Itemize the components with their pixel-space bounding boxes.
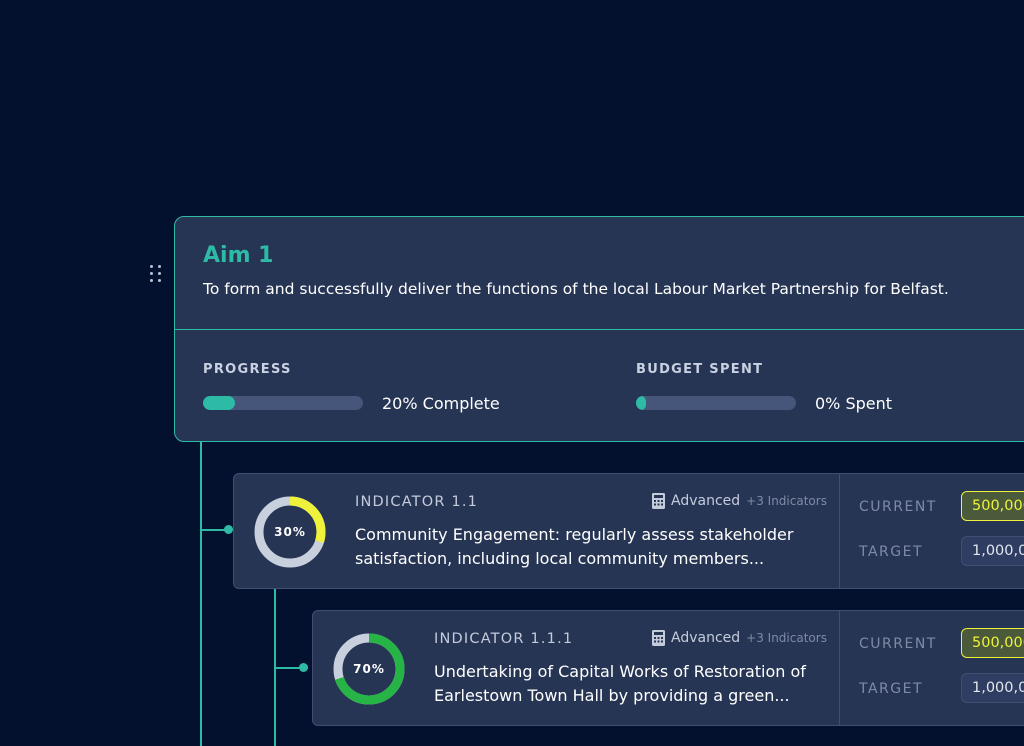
indicator-code: INDICATOR 1.1.1 — [434, 631, 574, 647]
current-value[interactable]: 500,000 — [961, 628, 1024, 658]
indicator-extra-count[interactable]: +3 Indicators — [746, 631, 827, 645]
calculator-icon — [652, 493, 665, 509]
budget-text: 0% Spent — [815, 394, 893, 413]
tree-node-dot — [299, 663, 308, 672]
aim-title: Aim 1 — [203, 243, 274, 268]
tree-node-dot — [224, 525, 233, 534]
indicator-type-label: Advanced — [671, 630, 741, 646]
indicator-description: Community Engagement: regularly assess s… — [355, 525, 794, 568]
aim-header: Aim 1 To form and successfully deliver t… — [175, 217, 1024, 330]
budget-label: BUDGET SPENT — [636, 362, 764, 377]
indicator-description: Undertaking of Capital Works of Restorat… — [434, 662, 806, 705]
target-value[interactable]: 1,000,000 — [961, 536, 1024, 566]
budget-bar — [636, 396, 796, 410]
divider — [839, 611, 840, 725]
indicator-card[interactable]: 70% INDICATOR 1.1.1 Advanced +3 Indicato… — [312, 610, 1024, 726]
tree-line-main — [200, 442, 202, 746]
progress-bar-fill — [203, 396, 235, 410]
donut-percent: 70% — [353, 662, 385, 676]
calculator-icon — [652, 630, 665, 646]
current-label: CURRENT — [859, 499, 937, 515]
drag-handle-icon[interactable] — [150, 265, 164, 283]
indicator-code: INDICATOR 1.1 — [355, 494, 479, 510]
current-value[interactable]: 500,000 — [961, 491, 1024, 521]
indicator-type: Advanced +3 Indicators — [652, 630, 827, 646]
target-label: TARGET — [859, 681, 924, 697]
budget-bar-fill — [636, 396, 646, 410]
indicator-type-label: Advanced — [671, 493, 741, 509]
progress-bar — [203, 396, 363, 410]
target-label: TARGET — [859, 544, 924, 560]
donut-percent: 30% — [274, 525, 306, 539]
divider — [839, 474, 840, 588]
current-label: CURRENT — [859, 636, 937, 652]
aim-card: Aim 1 To form and successfully deliver t… — [174, 216, 1024, 442]
target-value[interactable]: 1,000,000 — [961, 673, 1024, 703]
progress-text: 20% Complete — [382, 394, 500, 413]
aim-description: To form and successfully deliver the fun… — [203, 280, 949, 298]
indicator-type: Advanced +3 Indicators — [652, 493, 827, 509]
indicator-extra-count[interactable]: +3 Indicators — [746, 494, 827, 508]
indicator-card[interactable]: 30% INDICATOR 1.1 Advanced +3 Indicators… — [233, 473, 1024, 589]
progress-label: PROGRESS — [203, 362, 292, 377]
